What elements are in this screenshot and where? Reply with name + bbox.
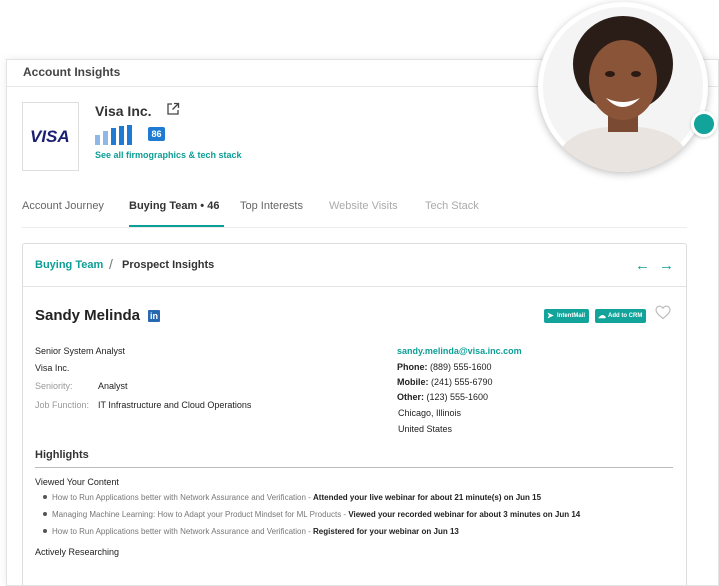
arrow-left-icon[interactable]: ←: [635, 257, 650, 274]
active-tab-indicator: [129, 225, 224, 227]
prospect-city: Chicago, Illinois: [398, 408, 462, 418]
intent-score-badge: 86: [148, 127, 165, 141]
tab-buying-team[interactable]: Buying Team • 46: [129, 200, 219, 212]
tab-bar: Account Journey Buying Team • 46 Top Int…: [22, 196, 687, 228]
content-action: Viewed your recorded webinar for about 3…: [348, 510, 581, 519]
cloud-upload-icon: ☁: [598, 311, 606, 320]
mobile-label: Mobile:: [397, 377, 429, 387]
highlights-heading: Highlights: [35, 449, 89, 461]
mobile-row: Mobile: (241) 555-6790: [397, 377, 493, 387]
seniority-value: Analyst: [98, 381, 128, 391]
list-item: How to Run Applications better with Netw…: [43, 493, 541, 502]
send-icon: ➤: [547, 311, 554, 320]
company-logo: VISA: [22, 102, 79, 171]
external-link-icon[interactable]: [166, 102, 180, 116]
prospect-title: Senior System Analyst: [35, 346, 126, 356]
job-function-value: IT Infrastructure and Cloud Operations: [98, 400, 252, 410]
tab-account-journey[interactable]: Account Journey: [22, 200, 104, 212]
bullet-icon: [43, 511, 47, 516]
avatar-photo: [543, 7, 703, 172]
prospect-panel: Buying Team / Prospect Insights ← → Sand…: [22, 243, 687, 585]
mobile-value: (241) 555-6790: [431, 377, 493, 387]
job-function-label: Job Function:: [35, 400, 90, 410]
list-item: How to Run Applications better with Netw…: [43, 527, 459, 536]
add-to-crm-button[interactable]: ☁ Add to CRM: [595, 309, 647, 323]
highlights-divider: [35, 467, 673, 468]
bullet-icon: [43, 494, 47, 499]
online-status-indicator: [691, 111, 717, 137]
other-label: Other:: [397, 392, 424, 402]
svg-text:VISA: VISA: [30, 127, 70, 144]
prospect-company: Visa Inc.: [35, 363, 70, 373]
tab-top-interests[interactable]: Top Interests: [240, 200, 303, 212]
company-name[interactable]: Visa Inc.: [95, 103, 152, 119]
other-row: Other: (123) 555-1600: [397, 392, 488, 402]
content-action: Registered for your webinar on Jun 13: [313, 527, 459, 536]
content-title[interactable]: Managing Machine Learning: How to Adapt …: [52, 510, 348, 519]
content-title[interactable]: How to Run Applications better with Netw…: [52, 493, 313, 502]
email-link[interactable]: sandy.melinda@visa.inc.com: [397, 346, 522, 356]
phone-value: (889) 555-1600: [430, 362, 492, 372]
linkedin-icon[interactable]: in: [148, 310, 160, 322]
visa-logo-icon: VISA: [30, 127, 70, 144]
tab-website-visits[interactable]: Website Visits: [329, 200, 398, 212]
firmographics-link[interactable]: See all firmographics & tech stack: [95, 150, 242, 160]
list-item: Managing Machine Learning: How to Adapt …: [43, 510, 580, 519]
viewed-content-heading: Viewed Your Content: [35, 477, 119, 487]
bullet-icon: [43, 528, 47, 533]
heart-icon[interactable]: [655, 305, 671, 320]
signal-bars-icon: [95, 125, 132, 145]
breadcrumb: Buying Team / Prospect Insights ← →: [23, 244, 686, 287]
seniority-label: Seniority:: [35, 381, 73, 391]
intentmail-label: IntentMail: [557, 313, 585, 319]
avatar: [538, 2, 708, 172]
prospect-country: United States: [398, 424, 453, 434]
phone-label: Phone:: [397, 362, 428, 372]
phone-row: Phone: (889) 555-1600: [397, 362, 492, 372]
content-action: Attended your live webinar for about 21 …: [313, 493, 542, 502]
breadcrumb-current: Prospect Insights: [122, 259, 215, 271]
prospect-name: Sandy Melinda: [35, 307, 141, 324]
breadcrumb-buying-team[interactable]: Buying Team: [35, 259, 103, 271]
arrow-right-icon[interactable]: →: [659, 257, 674, 274]
content-title[interactable]: How to Run Applications better with Netw…: [52, 527, 313, 536]
actively-researching-heading: Actively Researching: [35, 547, 120, 557]
add-to-crm-label: Add to CRM: [608, 313, 643, 319]
company-summary: VISA Visa Inc. 86 See all firmographics …: [22, 102, 622, 172]
other-value: (123) 555-1600: [426, 392, 489, 402]
breadcrumb-separator: /: [109, 256, 113, 272]
tab-tech-stack[interactable]: Tech Stack: [425, 200, 479, 212]
intentmail-button[interactable]: ➤ IntentMail: [544, 309, 589, 323]
